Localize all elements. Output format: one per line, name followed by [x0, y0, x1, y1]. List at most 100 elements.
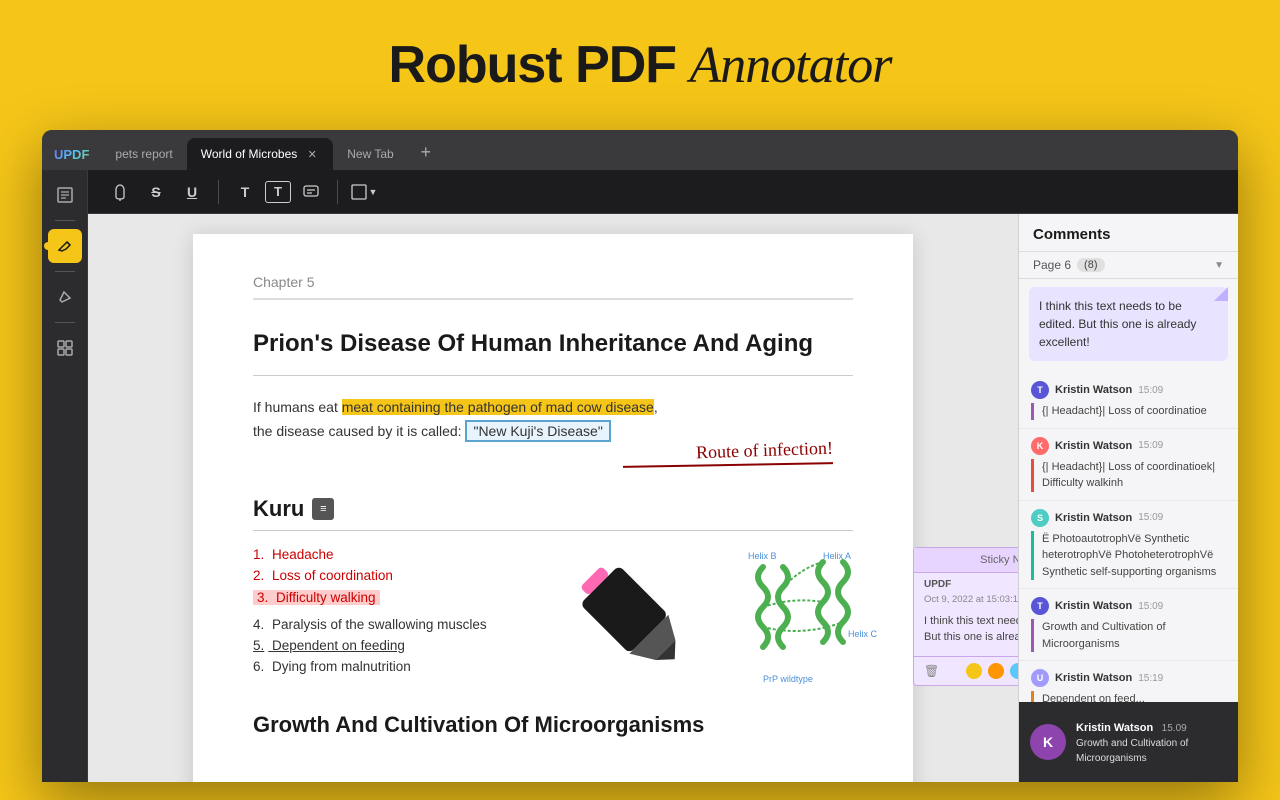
comment-item-3: S Kristin Watson 15:09 Ë PhotoautotrophV…: [1019, 501, 1238, 590]
bottom-card-name-time: Kristin Watson 15.09: [1076, 718, 1226, 736]
toolbar: S U T T ▼: [88, 170, 1238, 214]
toolbar-sep-2: [337, 180, 338, 204]
comment-meta-4: T Kristin Watson 15:09: [1031, 597, 1226, 615]
tab-close-icon[interactable]: ✕: [305, 147, 319, 161]
sidebar-btn-pages[interactable]: [48, 178, 82, 212]
molecular-svg: Helix B Helix A Helix C PrP wildtype: [733, 547, 893, 687]
chapter-divider: [253, 298, 853, 300]
comment-meta-2: K Kristin Watson 15:09: [1031, 437, 1226, 455]
comment-avatar-4: T: [1031, 597, 1049, 615]
pdf-page: Chapter 5 Prion's Disease Of Human Inher…: [193, 234, 913, 782]
route-annotation: Route of infection!: [696, 437, 834, 463]
toolbar-textbox-btn[interactable]: T: [265, 181, 291, 203]
sticky-note-actions: 🗑: [914, 656, 1018, 685]
comments-header: Comments: [1019, 214, 1238, 252]
route-underline: [623, 462, 833, 468]
updf-logo-text: UPDF: [54, 147, 89, 162]
quote-new-kuji: "New Kuji's Disease": [465, 420, 610, 442]
sticky-note-header: Sticky Note: [914, 548, 1018, 573]
sidebar-divider-3: [55, 322, 75, 323]
comment-meta-3: S Kristin Watson 15:09: [1031, 509, 1226, 527]
comment-count: (8): [1077, 258, 1104, 272]
list-item-4: 4. Paralysis of the swallowing muscles: [253, 617, 533, 632]
toolbar-text-btn[interactable]: T: [229, 176, 261, 208]
sidebar-divider-2: [55, 271, 75, 272]
comment-author-3: Kristin Watson: [1055, 512, 1132, 524]
tab-pets-report-label: pets report: [115, 147, 172, 161]
sticky-note-area: Sticky Note UPDF Oct 9, 2022 at 15:03:12…: [913, 547, 1018, 692]
list-item-6: 6. Dying from malnutrition: [253, 659, 533, 674]
window-body: S U T T ▼: [42, 170, 1238, 782]
doc-title: Prion's Disease Of Human Inheritance And…: [253, 328, 853, 359]
comments-panel: Comments Page 6 (8) ▼ I think this text …: [1018, 214, 1238, 782]
tab-new-tab[interactable]: New Tab: [333, 138, 407, 170]
sticky-note-app: UPDF: [914, 573, 1018, 594]
section-growth-title: Growth And Cultivation Of Microorganisms: [253, 712, 853, 738]
toolbar-comment-btn[interactable]: [295, 176, 327, 208]
comment-text-1: {| Headacht}| Loss of coordinatioe: [1031, 403, 1226, 420]
active-comment-text: I think this text needs to be edited. Bu…: [1039, 299, 1196, 349]
toolbar-shape-btn[interactable]: ▼: [348, 176, 380, 208]
comment-avatar-1: T: [1031, 381, 1049, 399]
comment-author-1: Kristin Watson: [1055, 384, 1132, 396]
color-orange[interactable]: [988, 663, 1004, 679]
sidebar-btn-organize[interactable]: [48, 331, 82, 365]
svg-text:Helix B: Helix B: [748, 551, 777, 561]
tab-new-tab-label: New Tab: [347, 147, 393, 161]
left-sidebar: [42, 170, 88, 782]
active-comment: I think this text needs to be edited. Bu…: [1029, 287, 1228, 361]
section-kuru-title: Kuru ≡: [253, 496, 853, 522]
sidebar-btn-edit[interactable]: [48, 280, 82, 314]
comment-time-2: 15:09: [1138, 440, 1163, 451]
app-header: Robust PDF Annotator: [0, 0, 1280, 130]
comment-meta-5: U Kristin Watson 15:19: [1031, 669, 1226, 687]
new-tab-button[interactable]: +: [412, 138, 440, 166]
comment-avatar-2: K: [1031, 437, 1049, 455]
comment-avatar-5: U: [1031, 669, 1049, 687]
tab-world-of-microbes-label: World of Microbes: [201, 147, 297, 161]
comments-title: Comments: [1033, 226, 1111, 243]
page-indicator: Page 6 (8) ▼: [1019, 252, 1238, 279]
comment-time-4: 15:09: [1138, 601, 1163, 612]
highlighter-area: [553, 547, 713, 692]
list-item-3: 3. Difficulty walking: [253, 590, 380, 605]
page-label: Page 6: [1033, 258, 1071, 272]
toolbar-sep-1: [218, 180, 219, 204]
page-expand-icon[interactable]: ▼: [1214, 260, 1224, 271]
app-title: Robust PDF Annotator: [389, 35, 892, 95]
main-window: UPDF pets report World of Microbes ✕ New…: [42, 130, 1238, 782]
sticky-trash-icon[interactable]: 🗑: [924, 664, 939, 678]
list-item-2: 2. Loss of coordination: [253, 568, 533, 583]
color-blue[interactable]: [1010, 663, 1018, 679]
highlighter-svg: [568, 554, 698, 684]
tab-world-of-microbes[interactable]: World of Microbes ✕: [187, 138, 333, 170]
two-col-layout: 1. Headache 2. Loss of coordination 3. D…: [253, 547, 853, 692]
comment-text-3: Ë PhotoautotrophVë Synthetic heterotroph…: [1031, 531, 1226, 581]
comment-avatar-3: S: [1031, 509, 1049, 527]
comment-text-2: {| Headacht}| Loss of coordinatioek| Dif…: [1031, 459, 1226, 492]
tab-pets-report[interactable]: pets report: [101, 138, 186, 170]
sticky-note-text: I think this text needs to be edited. Bu…: [914, 609, 1018, 656]
kuru-divider: [253, 530, 853, 531]
comment-meta-1: T Kristin Watson 15:09: [1031, 381, 1226, 399]
sidebar-btn-annotate[interactable]: [48, 229, 82, 263]
sidebar-divider-1: [55, 220, 75, 221]
bottom-card: K Kristin Watson 15.09 Growth and Cultiv…: [1018, 702, 1238, 782]
svg-text:PrP wildtype: PrP wildtype: [763, 674, 813, 684]
list-item-5: 5. Dependent on feeding: [253, 638, 533, 653]
comment-item-1: T Kristin Watson 15:09 {| Headacht}| Los…: [1019, 373, 1238, 429]
comment-fold-corner: [1214, 287, 1228, 301]
title-robust: Robust PDF: [389, 36, 690, 94]
toolbar-strikethrough-btn[interactable]: S: [140, 176, 172, 208]
color-yellow[interactable]: [966, 663, 982, 679]
pdf-viewer[interactable]: Chapter 5 Prion's Disease Of Human Inher…: [88, 214, 1018, 782]
comment-author-5: Kristin Watson: [1055, 672, 1132, 684]
list-item-1: 1. Headache: [253, 547, 533, 562]
comment-time-1: 15:09: [1138, 385, 1163, 396]
toolbar-underline-btn[interactable]: U: [176, 176, 208, 208]
content-area: Chapter 5 Prion's Disease Of Human Inher…: [88, 214, 1238, 782]
toolbar-pen-btn[interactable]: [104, 176, 136, 208]
svg-text:Helix A: Helix A: [823, 551, 851, 561]
symptoms-list: 1. Headache 2. Loss of coordination 3. D…: [253, 547, 533, 692]
kuru-icon: ≡: [312, 498, 334, 520]
